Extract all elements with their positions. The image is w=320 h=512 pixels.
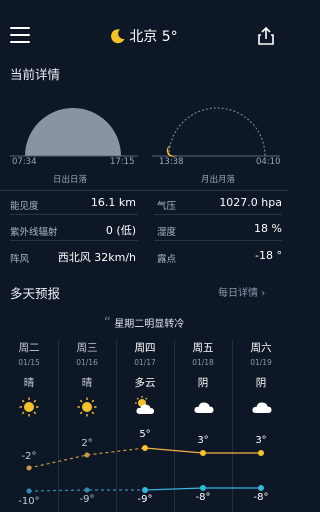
forecast-quote: “ 星期二明显转冷 [0,315,288,331]
quote-mark-icon: “ [103,315,112,331]
moon-arc [168,107,266,157]
high-temp-label: -2° [21,451,37,462]
section-title-forecast: 多天预报 [10,286,61,301]
humidity-value: 18 % [254,222,282,235]
low-temp-label: -8° [195,492,211,503]
forecast-day[interactable]: 周三 01/16 晴 [58,340,116,390]
sun-icon [77,397,97,417]
forecast-day[interactable]: 周二 01/15 晴 [0,340,58,390]
pressure-value: 1027.0 hpa [219,196,282,209]
day-name: 周二 [18,342,40,354]
low-temp-point [258,485,264,491]
share-icon[interactable] [257,26,275,46]
section-title-details: 当前详情 [10,67,61,82]
low-temp-point [26,488,32,494]
moon-label: 月出月落 [201,175,236,185]
day-date: 01/15 [18,358,40,367]
dewpoint-value: -18 ° [255,249,282,262]
low-temp-point [84,487,90,493]
day-name: 周五 [192,342,214,354]
divider [10,214,138,215]
forecast-day[interactable]: 周六 01/19 阴 [232,340,290,390]
high-temp-line-past [28,447,146,469]
day-date: 01/19 [250,358,272,367]
partly-cloudy-icon [135,396,154,414]
high-temp-label: 2° [81,438,93,449]
visibility-value: 16.1 km [90,196,136,209]
low-temp-point [200,485,206,491]
forecast-day[interactable]: 周五 01/18 阴 [174,340,232,390]
high-temp-point [142,445,148,451]
day-date: 01/18 [192,358,214,367]
day-weather: 多云 [134,377,156,389]
crescent-moon-icon [111,29,125,44]
low-temp-label: -9° [79,494,95,505]
divider [0,190,288,191]
divider [10,240,138,241]
city-name: 北京 [129,29,158,45]
sun-arc [25,108,121,156]
low-temp-label: -10° [18,496,40,507]
divider [154,240,282,241]
forecast-day[interactable]: 周四 01/17 多云 [116,340,174,390]
moonset-time: 04:10 [256,157,281,167]
day-weather: 阴 [255,377,267,389]
divider [154,214,282,215]
low-temp-label: -8° [253,492,269,503]
sunrise-time: 07:34 [12,157,37,167]
chevron-right-icon: › [261,288,266,299]
day-weather: 晴 [23,377,35,389]
day-date: 01/17 [134,358,156,367]
high-temp-point [200,450,206,456]
low-temp-point [142,487,148,493]
day-name: 周四 [134,342,156,354]
cloud-icon [194,402,214,413]
sun-label: 日出日落 [53,175,88,185]
high-temp-point [26,465,32,471]
header-title: 北京 5° [0,27,288,47]
current-temp: 5° [161,29,178,45]
daily-detail-link[interactable]: 每日详情 › [218,284,265,299]
moon-position-icon [166,145,177,157]
sun-moon-arcs [10,107,280,157]
quote-text: 星期二明显转冷 [114,319,185,330]
day-name: 周六 [250,342,272,354]
cloud-icon [252,402,272,413]
sunset-time: 17:15 [110,157,135,167]
high-temp-point [258,450,264,456]
day-date: 01/16 [76,358,98,367]
day-name: 周三 [76,342,98,354]
day-weather: 阴 [197,377,209,389]
high-temp-label: 3° [197,435,209,446]
high-temp-label: 3° [255,435,267,446]
uv-value: 0 (低) [105,224,136,237]
low-temp-label: -9° [137,494,153,505]
daily-detail-label: 每日详情 [218,288,258,299]
moonrise-time: 13:38 [159,157,184,167]
high-temp-label: 5° [139,429,151,440]
high-temp-point [84,452,90,458]
sun-icon [19,397,39,417]
day-weather: 晴 [81,377,93,389]
gust-value: 西北风 32km/h [57,251,136,264]
